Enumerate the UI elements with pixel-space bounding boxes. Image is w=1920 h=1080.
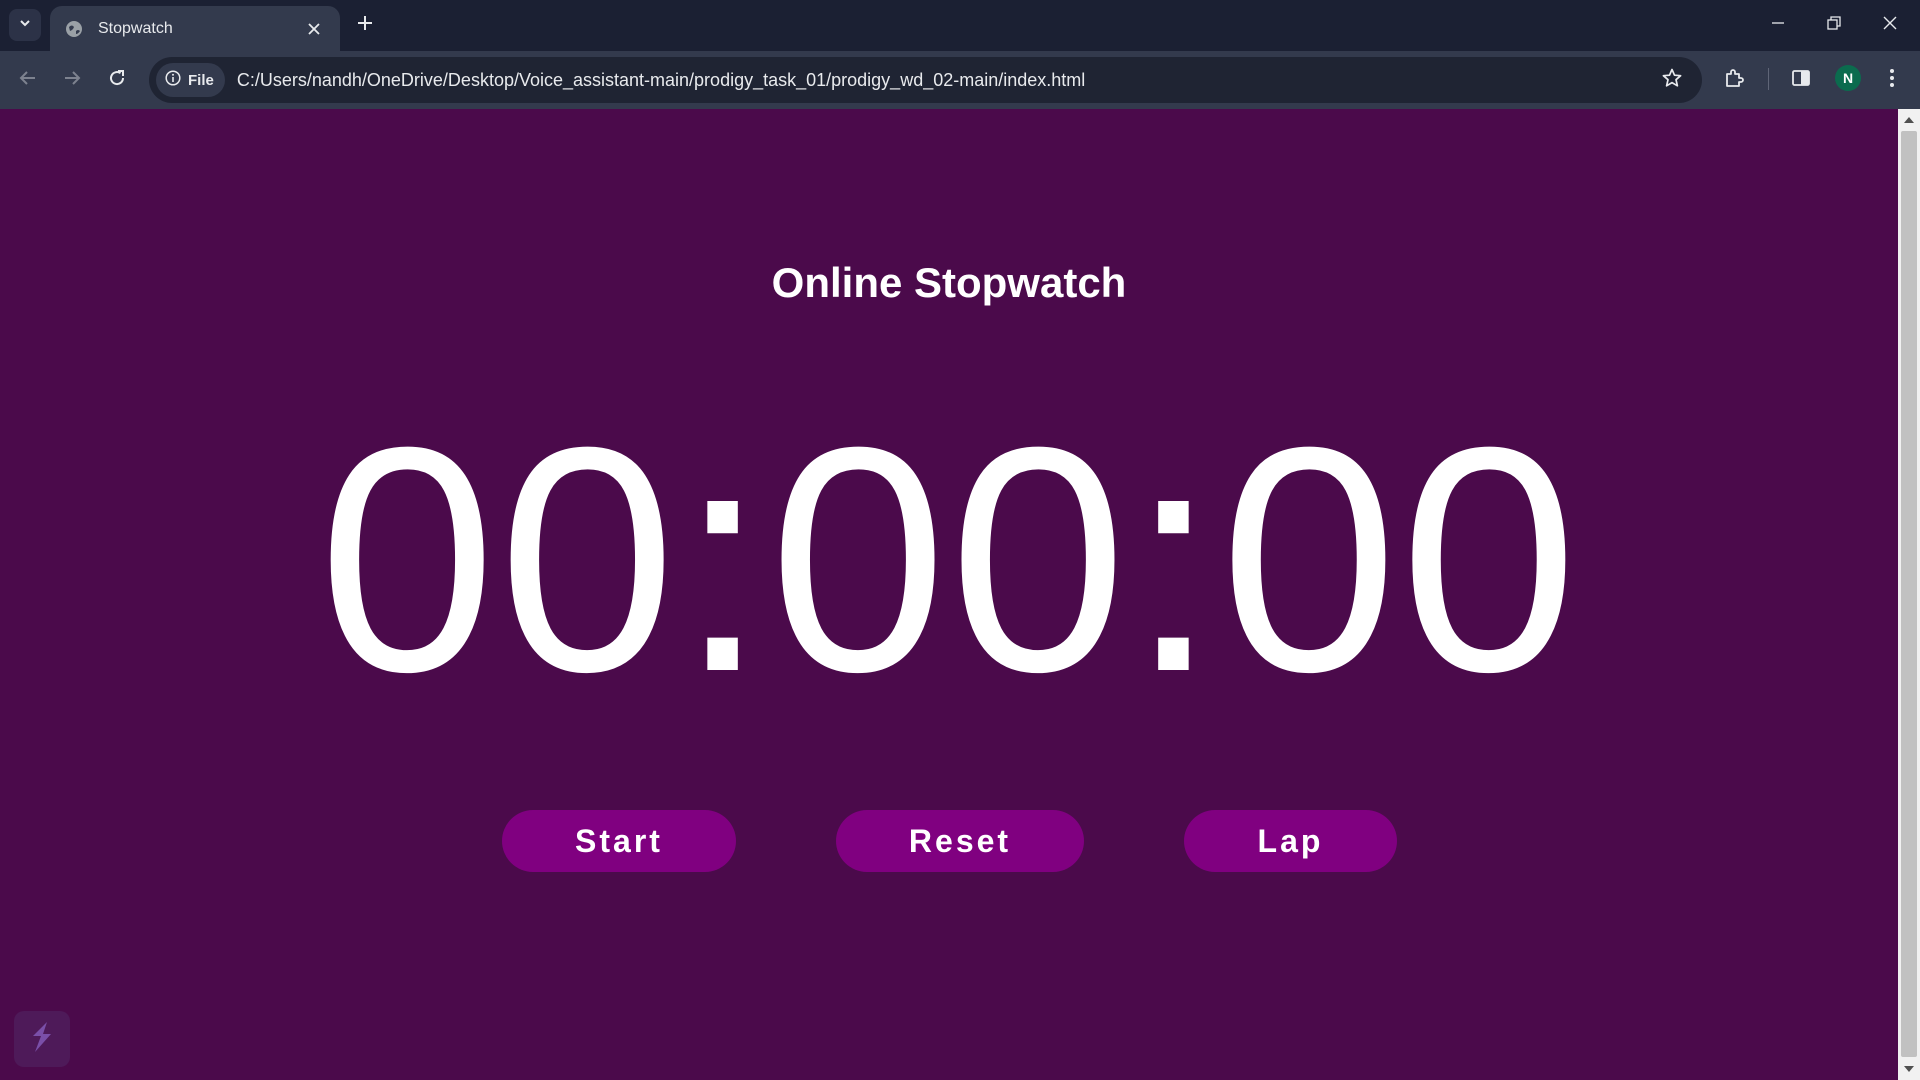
vertical-scrollbar[interactable] — [1898, 109, 1920, 1080]
bookmark-star-button[interactable] — [1654, 62, 1690, 98]
timer-display: 00:00:00 — [318, 380, 1580, 738]
star-icon — [1662, 68, 1682, 93]
back-button[interactable] — [11, 63, 45, 97]
close-window-button[interactable] — [1862, 0, 1918, 50]
scroll-down-arrow-icon[interactable] — [1898, 1060, 1920, 1078]
puzzle-icon — [1724, 67, 1746, 94]
scrollbar-thumb[interactable] — [1901, 131, 1917, 1057]
minimize-button[interactable] — [1750, 0, 1806, 50]
browser-toolbar: File C:/Users/nandh/OneDrive/Desktop/Voi… — [0, 51, 1920, 109]
page-title: Online Stopwatch — [771, 259, 1127, 306]
toolbar-divider — [1768, 68, 1769, 90]
extension-floating-button[interactable] — [14, 1011, 70, 1067]
tab-search-button[interactable] — [9, 9, 41, 41]
info-icon — [165, 70, 181, 90]
extensions-button[interactable] — [1718, 63, 1752, 97]
start-button[interactable]: Start — [502, 810, 736, 872]
lap-button[interactable]: Lap — [1184, 810, 1397, 872]
globe-icon — [64, 19, 84, 39]
profile-avatar[interactable]: N — [1835, 65, 1861, 91]
reload-button[interactable] — [100, 63, 134, 97]
close-icon — [1883, 16, 1897, 35]
site-info-chip[interactable]: File — [156, 63, 225, 97]
url-text[interactable]: C:/Users/nandh/OneDrive/Desktop/Voice_as… — [237, 70, 1654, 91]
side-panel-icon — [1791, 68, 1811, 93]
tab-stopwatch[interactable]: Stopwatch — [50, 6, 340, 51]
more-vert-icon — [1889, 68, 1895, 93]
tab-title: Stopwatch — [98, 19, 173, 37]
address-bar[interactable]: File C:/Users/nandh/OneDrive/Desktop/Voi… — [149, 57, 1702, 103]
scheme-label: File — [188, 71, 214, 89]
reload-icon — [108, 69, 126, 92]
forward-button[interactable] — [55, 63, 89, 97]
close-tab-icon[interactable] — [302, 17, 326, 41]
reset-button[interactable]: Reset — [836, 810, 1084, 872]
lightning-icon — [27, 1020, 57, 1059]
arrow-right-icon — [63, 69, 81, 92]
page-viewport: Online Stopwatch 00:00:00 Start Reset La… — [0, 109, 1920, 1080]
new-tab-button[interactable] — [351, 11, 379, 39]
scroll-up-arrow-icon[interactable] — [1898, 111, 1920, 129]
chevron-down-icon — [18, 16, 32, 35]
minimize-icon — [1771, 16, 1785, 35]
restore-button[interactable] — [1806, 0, 1862, 50]
restore-icon — [1827, 15, 1841, 35]
browser-menu-button[interactable] — [1875, 63, 1909, 97]
side-panel-button[interactable] — [1784, 63, 1818, 97]
tab-strip: Stopwatch — [0, 0, 1920, 51]
plus-icon — [357, 15, 373, 36]
arrow-left-icon — [19, 69, 37, 92]
